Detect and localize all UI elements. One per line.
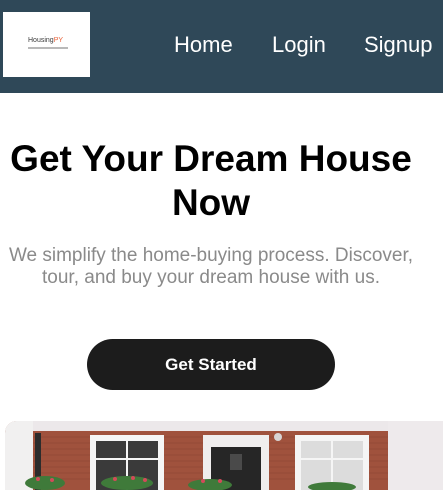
brand-name: HousingPY [28, 37, 63, 45]
brand-name-main: Housing [28, 37, 54, 44]
navbar: HousingPY Home Login Signup [0, 0, 443, 93]
nav-signup-link[interactable]: Signup [364, 33, 433, 57]
brick-house-illustration [5, 421, 443, 490]
logo-tagline-mark [28, 47, 68, 49]
nav-login-link[interactable]: Login [272, 33, 326, 57]
hero-title: Get Your Dream House Now [10, 138, 412, 223]
nav-home-link[interactable]: Home [174, 33, 233, 57]
brand-logo[interactable]: HousingPY [3, 12, 90, 77]
house-photo [5, 421, 443, 490]
get-started-button[interactable]: Get Started [87, 339, 335, 390]
brand-name-accent: PY [53, 37, 64, 44]
hero-subtitle: We simplify the home-buying process. Dis… [8, 245, 414, 288]
